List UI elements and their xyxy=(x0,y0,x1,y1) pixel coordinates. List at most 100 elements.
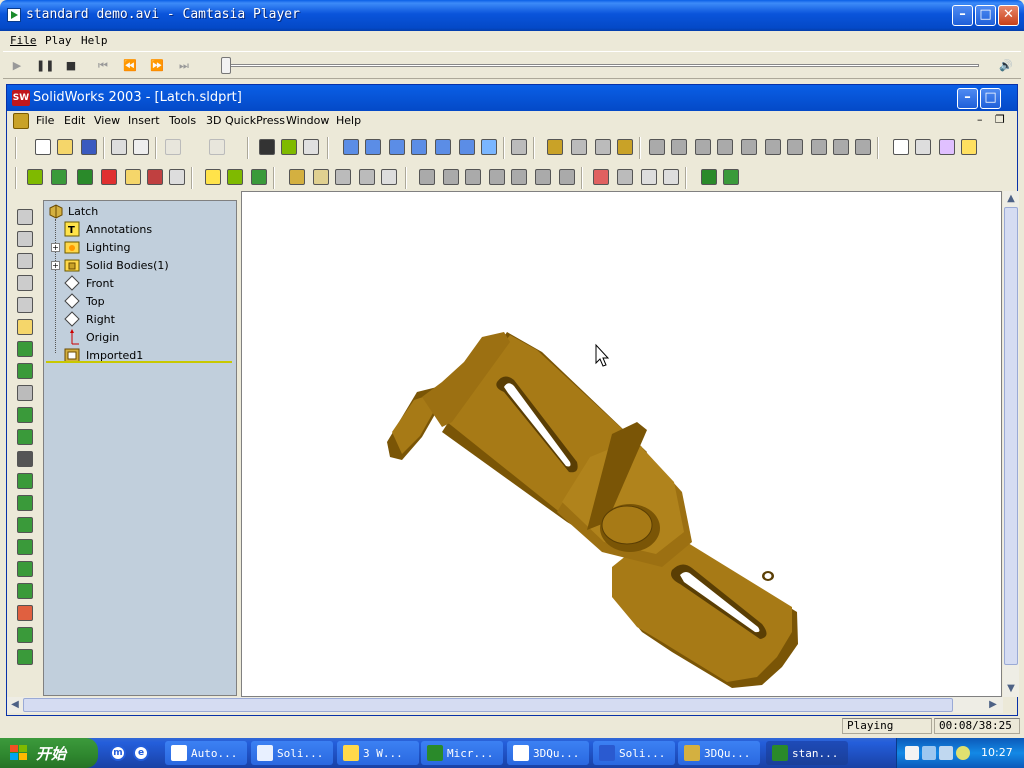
sweep-icon[interactable] xyxy=(17,253,33,269)
player-minimize-button[interactable]: – xyxy=(952,5,973,26)
pattern-linear-icon[interactable] xyxy=(17,495,33,511)
print-icon[interactable] xyxy=(111,139,127,155)
tree-item-lighting[interactable]: Lighting xyxy=(64,239,224,257)
rib-icon[interactable] xyxy=(535,169,551,185)
sensors-icon[interactable] xyxy=(663,169,679,185)
latch-part-model[interactable] xyxy=(242,192,1001,696)
grid-layout-icon[interactable] xyxy=(169,169,185,185)
shell-icon[interactable] xyxy=(17,407,33,423)
taskbar-button-5[interactable]: 3DQu... xyxy=(507,741,589,765)
start-button[interactable]: 开始 xyxy=(0,738,98,768)
rewind-button[interactable]: ⏪ xyxy=(122,58,138,74)
shaded-icon[interactable] xyxy=(595,139,611,155)
taskbar-button-8[interactable]: stan... xyxy=(766,741,848,765)
sw-doc-icon[interactable] xyxy=(13,113,29,129)
sw-menu-help[interactable]: Help xyxy=(336,114,361,127)
plane-icon[interactable] xyxy=(205,169,221,185)
sketch-icon[interactable] xyxy=(961,139,977,155)
chamfer-icon[interactable] xyxy=(17,583,33,599)
view-front-icon[interactable] xyxy=(343,139,359,155)
view-bottom-icon[interactable] xyxy=(459,139,475,155)
pattern-circular-icon[interactable] xyxy=(17,517,33,533)
feature-e-icon[interactable] xyxy=(741,139,757,155)
move-component-icon[interactable] xyxy=(77,169,93,185)
sw-menu-file[interactable]: File xyxy=(36,114,54,127)
update-tray-icon[interactable] xyxy=(956,746,970,760)
sw-menu-insert[interactable]: Insert xyxy=(128,114,160,127)
view-top-icon[interactable] xyxy=(435,139,451,155)
print-preview-icon[interactable] xyxy=(133,139,149,155)
scroll-left-arrow-icon[interactable]: ◀ xyxy=(7,697,23,713)
cut-icon[interactable] xyxy=(17,297,33,313)
sw-menu-window[interactable]: Window xyxy=(286,114,329,127)
toolbox-icon[interactable] xyxy=(723,169,739,185)
design-library-icon[interactable] xyxy=(701,169,717,185)
3d-sketch-icon[interactable] xyxy=(101,169,117,185)
dome-icon[interactable] xyxy=(17,319,33,335)
fillet-icon[interactable] xyxy=(17,561,33,577)
quicklaunch-ie-icon[interactable]: e xyxy=(133,745,149,761)
open-icon[interactable] xyxy=(57,139,73,155)
sheet-metal-c-icon[interactable] xyxy=(335,169,351,185)
network-tray-icon[interactable] xyxy=(922,746,936,760)
gear-icon[interactable] xyxy=(125,169,141,185)
taskbar-button-6[interactable]: Soli... xyxy=(593,741,675,765)
taskbar-button-4[interactable]: Micr... xyxy=(421,741,503,765)
player-menu-file[interactable]: File xyxy=(10,34,37,47)
stop-button[interactable]: ■ xyxy=(63,58,79,74)
feature-g-icon[interactable] xyxy=(787,139,803,155)
tree-item-solid-bodies[interactable]: Solid Bodies(1) xyxy=(64,257,224,275)
view-left-icon[interactable] xyxy=(389,139,405,155)
player-maximize-button[interactable]: □ xyxy=(975,5,996,26)
seek-track[interactable] xyxy=(223,64,979,67)
equations-icon[interactable] xyxy=(641,169,657,185)
mass-properties-icon[interactable] xyxy=(617,169,633,185)
sw-restore-button[interactable]: □ xyxy=(980,88,1001,109)
sw-doc-minimize-button[interactable]: – xyxy=(977,113,983,126)
quicklaunch-browser-icon[interactable]: m xyxy=(110,745,126,761)
player-title-bar[interactable]: standard demo.avi - Camtasia Player – □ … xyxy=(0,0,1024,31)
select-arrow-icon[interactable] xyxy=(893,139,909,155)
flex-icon[interactable] xyxy=(17,649,33,665)
expand-lighting-toggle[interactable]: + xyxy=(51,243,60,252)
grid-icon[interactable] xyxy=(915,139,931,155)
volume-icon[interactable]: 🔊 xyxy=(998,58,1014,74)
hscroll-thumb[interactable] xyxy=(23,698,953,712)
cut-extrude-icon[interactable] xyxy=(17,363,33,379)
rib-icon[interactable] xyxy=(17,385,33,401)
coordinate-system-icon[interactable] xyxy=(251,169,267,185)
insert-component-icon[interactable] xyxy=(27,169,43,185)
revolve-icon[interactable] xyxy=(17,231,33,247)
shell-icon[interactable] xyxy=(465,169,481,185)
feature-b-icon[interactable] xyxy=(671,139,687,155)
sw-menu-edit[interactable]: Edit xyxy=(64,114,85,127)
feature-j-icon[interactable] xyxy=(855,139,871,155)
measure-icon[interactable] xyxy=(593,169,609,185)
traffic-light-icon[interactable] xyxy=(259,139,275,155)
expand-solid-bodies-toggle[interactable]: + xyxy=(51,261,60,270)
tree-item-annotations[interactable]: T Annotations xyxy=(64,221,224,239)
taskbar-button-7[interactable]: 3DQu... xyxy=(678,741,760,765)
sw-minimize-button[interactable]: – xyxy=(957,88,978,109)
vscroll-thumb[interactable] xyxy=(1004,207,1018,665)
axis-icon[interactable] xyxy=(227,169,243,185)
pause-button[interactable]: ❚❚ xyxy=(36,58,54,74)
wrap-icon[interactable] xyxy=(559,169,575,185)
volume-tray-icon[interactable] xyxy=(905,746,919,760)
player-menu-play[interactable]: Play xyxy=(45,34,72,47)
new-document-icon[interactable] xyxy=(35,139,51,155)
graphics-area[interactable] xyxy=(241,191,1002,697)
explode-icon[interactable] xyxy=(147,169,163,185)
boss-extrude-icon[interactable] xyxy=(17,341,33,357)
draft-icon[interactable] xyxy=(17,429,33,445)
player-close-button[interactable]: ✕ xyxy=(998,5,1019,26)
move-copy-icon[interactable] xyxy=(17,473,33,489)
split-icon[interactable] xyxy=(17,627,33,643)
light-icon[interactable] xyxy=(381,169,397,185)
tree-item-top[interactable]: Top xyxy=(64,293,224,311)
player-menu-help[interactable]: Help xyxy=(81,34,108,47)
feature-i-icon[interactable] xyxy=(833,139,849,155)
mirror-icon[interactable] xyxy=(17,539,33,555)
sw-title-bar[interactable]: SW SolidWorks 2003 - [Latch.sldprt] – □ xyxy=(7,85,1017,111)
grid-options-icon[interactable] xyxy=(281,139,297,155)
